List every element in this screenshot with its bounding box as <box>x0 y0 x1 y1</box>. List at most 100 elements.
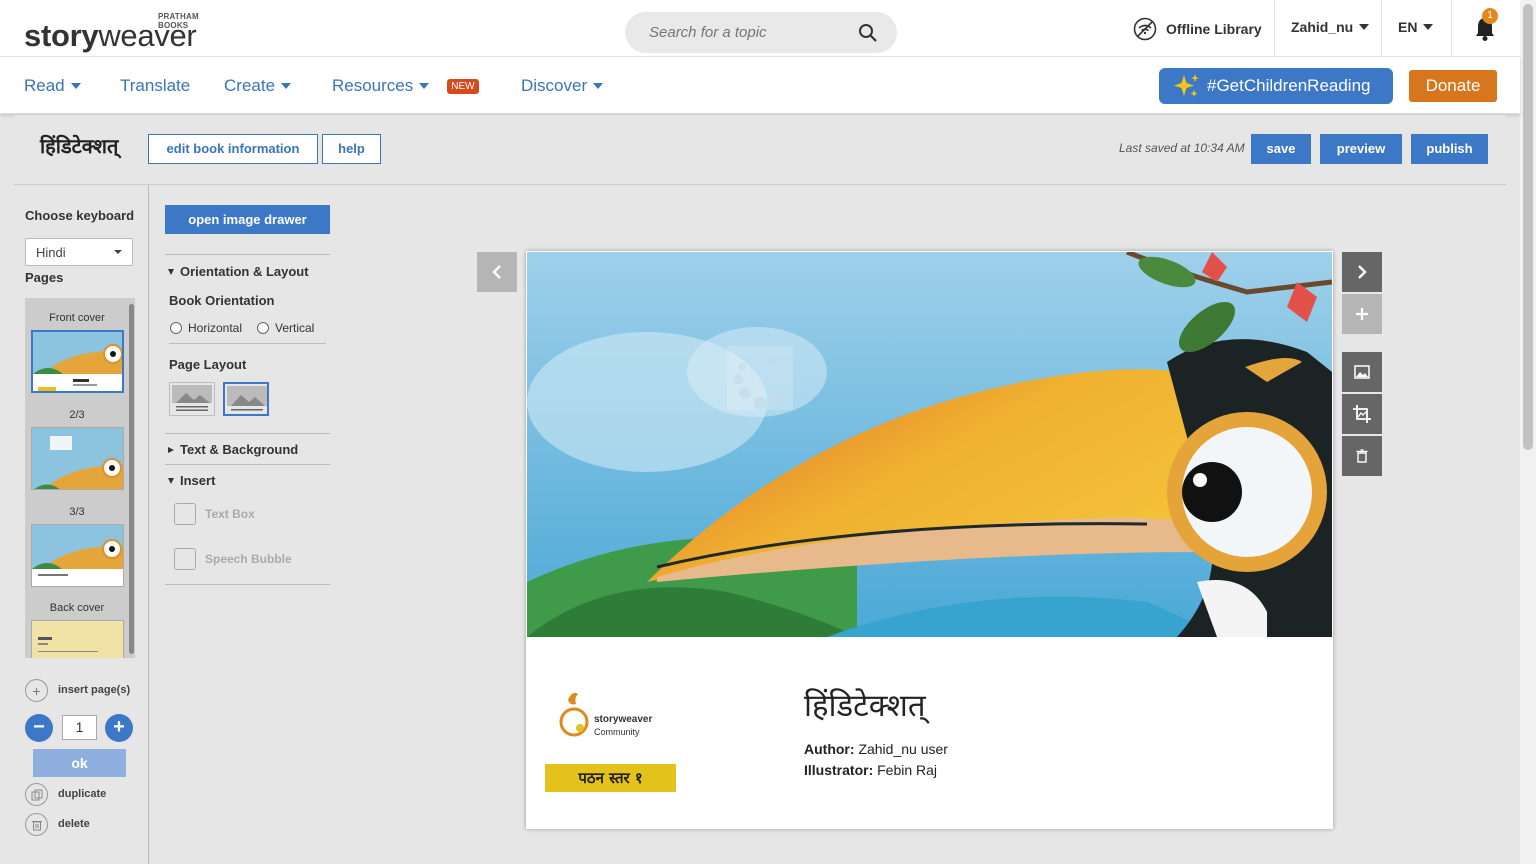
pages-scrollbar[interactable] <box>129 304 134 654</box>
chevron-down-icon <box>70 83 81 89</box>
image-tool-button[interactable] <box>1342 352 1382 392</box>
radio-button[interactable] <box>170 322 182 334</box>
offline-wifi-icon <box>1133 17 1157 41</box>
language-code: EN <box>1398 19 1418 35</box>
delete-label[interactable]: delete <box>58 818 90 830</box>
nav-translate[interactable]: Translate <box>120 76 190 96</box>
search-icon[interactable] <box>858 23 878 43</box>
open-image-drawer-button[interactable]: open image drawer <box>165 205 330 234</box>
scrollbar-thumb[interactable] <box>1523 4 1533 450</box>
thumbnail-image <box>32 621 123 658</box>
author-line: Author: Zahid_nu user <box>804 741 948 757</box>
increment-button[interactable]: + <box>105 714 133 742</box>
crop-tool-button[interactable] <box>1342 394 1382 434</box>
publish-button[interactable]: publish <box>1411 134 1488 164</box>
last-saved-status: Last saved at 10:34 AM <box>1119 141 1245 155</box>
layout-option-1[interactable] <box>169 382 215 416</box>
cover-illustration[interactable] <box>527 252 1332 637</box>
search-bar[interactable] <box>625 12 897 53</box>
page-scrollbar[interactable] <box>1520 0 1536 864</box>
notifications-button[interactable]: 1 <box>1474 8 1498 42</box>
add-page-button[interactable] <box>1342 294 1382 334</box>
left-panel: Choose keyboard Hindi Pages Front cover … <box>14 185 353 864</box>
chevron-left-icon <box>492 265 501 279</box>
decrement-button[interactable]: − <box>25 714 53 742</box>
speech-bubble-label: Speech Bubble <box>205 552 292 566</box>
search-input[interactable] <box>649 22 849 42</box>
insert-toggle[interactable]: Insert <box>168 473 215 488</box>
language-menu[interactable]: EN <box>1398 19 1434 35</box>
nav-read[interactable]: Read <box>24 76 81 96</box>
text-background-toggle[interactable]: Text & Background <box>168 442 298 457</box>
logo-wordmark: storyweaver <box>24 18 197 53</box>
top-header: PRATHAM BOOKS storyweaver Offline Librar… <box>0 0 1536 57</box>
speech-bubble-icon <box>174 548 196 570</box>
duplicate-icon[interactable] <box>25 783 48 806</box>
divider <box>165 464 330 465</box>
radio-button[interactable] <box>257 322 269 334</box>
get-children-reading-button[interactable]: #GetChildrenReading <box>1159 68 1393 104</box>
nav-read-label: Read <box>24 76 65 95</box>
previous-page-button[interactable] <box>477 252 517 292</box>
trash-icon[interactable] <box>25 813 48 836</box>
caret-down-icon <box>168 268 174 275</box>
thumbnail-image <box>32 525 123 586</box>
edit-book-information-button[interactable]: edit book information <box>148 134 318 164</box>
orientation-layout-label: Orientation & Layout <box>180 264 309 279</box>
next-page-button[interactable] <box>1342 252 1382 292</box>
keyboard-select[interactable]: Hindi <box>25 238 133 266</box>
reading-level-badge: पठन स्तर १ <box>545 764 676 792</box>
page-thumbnail-2[interactable] <box>31 427 124 490</box>
vertical-label: Vertical <box>275 321 315 335</box>
page-thumbnail-list[interactable]: Front cover 2/3 3/3 Back cover <box>25 298 135 658</box>
author-name: Zahid_nu user <box>858 741 948 757</box>
save-button[interactable]: save <box>1251 134 1311 164</box>
ok-button[interactable]: ok <box>33 749 126 777</box>
user-menu[interactable]: Zahid_nu <box>1291 19 1370 35</box>
preview-button[interactable]: preview <box>1320 134 1402 164</box>
nav-resources[interactable]: Resources NEW <box>332 76 479 96</box>
help-button[interactable]: help <box>322 134 381 164</box>
plus-icon[interactable]: + <box>25 679 48 702</box>
keyboard-value: Hindi <box>36 244 66 260</box>
chevron-down-icon <box>1359 24 1370 30</box>
donate-button[interactable]: Donate <box>1409 70 1497 102</box>
cover-title[interactable]: हिंडिटेक्शत् <box>804 684 926 726</box>
page-thumbnail-3[interactable] <box>31 524 124 587</box>
divider <box>1451 0 1452 57</box>
page-thumbnail-front-cover[interactable] <box>31 330 124 393</box>
chevron-down-icon <box>1423 24 1434 30</box>
chevron-right-icon <box>1358 265 1367 279</box>
hornbill-illustration <box>527 252 1332 637</box>
page-label-front-cover: Front cover <box>49 312 105 324</box>
insert-pages-label[interactable]: insert page(s) <box>58 684 130 696</box>
vertical-radio[interactable]: Vertical <box>257 321 314 335</box>
duplicate-label[interactable]: duplicate <box>58 788 106 800</box>
text-box-tool[interactable]: Text Box <box>174 503 255 525</box>
storyweaver-logo[interactable]: PRATHAM BOOKS storyweaver <box>24 8 220 53</box>
pages-panel: Choose keyboard Hindi Pages Front cover … <box>14 185 149 864</box>
orientation-layout-toggle[interactable]: Orientation & Layout <box>168 264 309 279</box>
nav-discover[interactable]: Discover <box>521 76 604 96</box>
delete-image-button[interactable] <box>1342 436 1382 476</box>
plus-icon <box>1356 308 1368 320</box>
layout-option-2[interactable] <box>223 382 269 416</box>
speech-bubble-tool[interactable]: Speech Bubble <box>174 548 292 570</box>
caret-right-icon <box>168 446 174 453</box>
divider <box>1274 0 1275 57</box>
book-orientation-label: Book Orientation <box>169 293 275 308</box>
page-label-3: 3/3 <box>69 506 85 518</box>
tools-panel: open image drawer Orientation & Layout B… <box>165 185 330 864</box>
loading-spinner-icon <box>727 346 793 410</box>
storyweaver-flame-icon <box>559 692 589 737</box>
page-thumbnail-back-cover[interactable] <box>31 620 124 658</box>
nav-discover-label: Discover <box>521 76 588 95</box>
nav-create[interactable]: Create <box>224 76 292 96</box>
book-title: हिंडिटेक्शत् <box>40 136 119 158</box>
illustrator-line: Illustrator: Febin Raj <box>804 762 937 778</box>
page-layout-label: Page Layout <box>169 357 247 372</box>
horizontal-radio[interactable]: Horizontal <box>170 321 242 335</box>
page-count-input[interactable]: 1 <box>62 715 97 740</box>
text-background-label: Text & Background <box>180 442 299 457</box>
offline-library-link[interactable]: Offline Library <box>1133 17 1262 41</box>
